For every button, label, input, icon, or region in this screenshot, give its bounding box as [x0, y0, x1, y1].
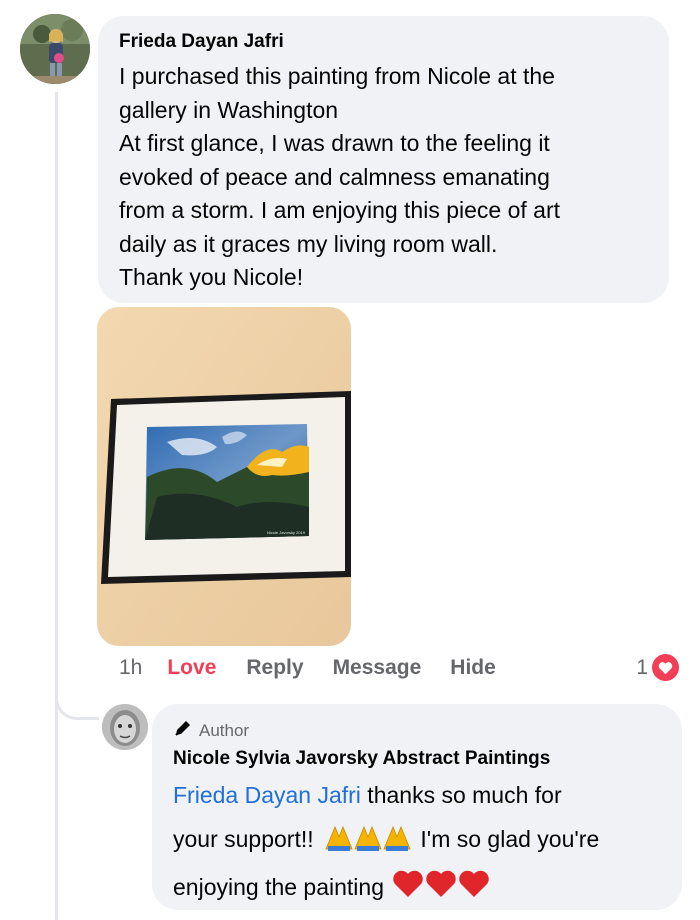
mention-link[interactable]: Frieda Dayan Jafri	[173, 782, 361, 808]
pen-icon	[173, 718, 193, 744]
reply-author-avatar[interactable]	[102, 704, 148, 750]
heart-icon	[652, 654, 679, 681]
red-heart-emoji	[392, 869, 490, 913]
comment-photo[interactable]: Nicole Javorsky 2019	[97, 307, 351, 646]
comment-text: I purchased this painting from Nicole at…	[119, 63, 561, 290]
thread-line	[55, 92, 58, 920]
reply-text: Frieda Dayan Jafri thanks so much for yo…	[173, 773, 662, 913]
hide-button[interactable]: Hide	[450, 656, 496, 680]
painting-signature: Nicole Javorsky 2019	[267, 530, 306, 535]
reply-bubble: Author Nicole Sylvia Javorsky Abstract P…	[152, 704, 682, 910]
reply-text-part1: thanks so much for	[360, 782, 562, 808]
comment-timestamp[interactable]: 1h	[119, 656, 142, 680]
message-button[interactable]: Message	[333, 656, 422, 680]
reaction-count: 1	[636, 655, 648, 679]
reply-author-name[interactable]: Nicole Sylvia Javorsky Abstract Painting…	[173, 747, 662, 771]
commenter-avatar[interactable]	[20, 14, 90, 84]
author-badge-label: Author	[199, 721, 250, 740]
love-button[interactable]: Love	[167, 656, 216, 680]
reply-text-part4: enjoying the painting	[173, 874, 391, 900]
reaction-summary[interactable]: 1	[636, 654, 679, 681]
reply-text-part2: your support!!	[173, 826, 321, 852]
praying-hands-emoji	[322, 821, 414, 865]
reply-text-part3: I'm so glad you're	[414, 826, 600, 852]
comment-actions: 1h Love Reply Message Hide	[119, 654, 525, 682]
comment-bubble: Frieda Dayan Jafri I purchased this pain…	[98, 16, 669, 303]
reply-button[interactable]: Reply	[246, 656, 303, 680]
comment-author-name[interactable]: Frieda Dayan Jafri	[119, 30, 649, 54]
author-badge: Author	[173, 718, 662, 744]
thread-connector	[55, 668, 99, 720]
